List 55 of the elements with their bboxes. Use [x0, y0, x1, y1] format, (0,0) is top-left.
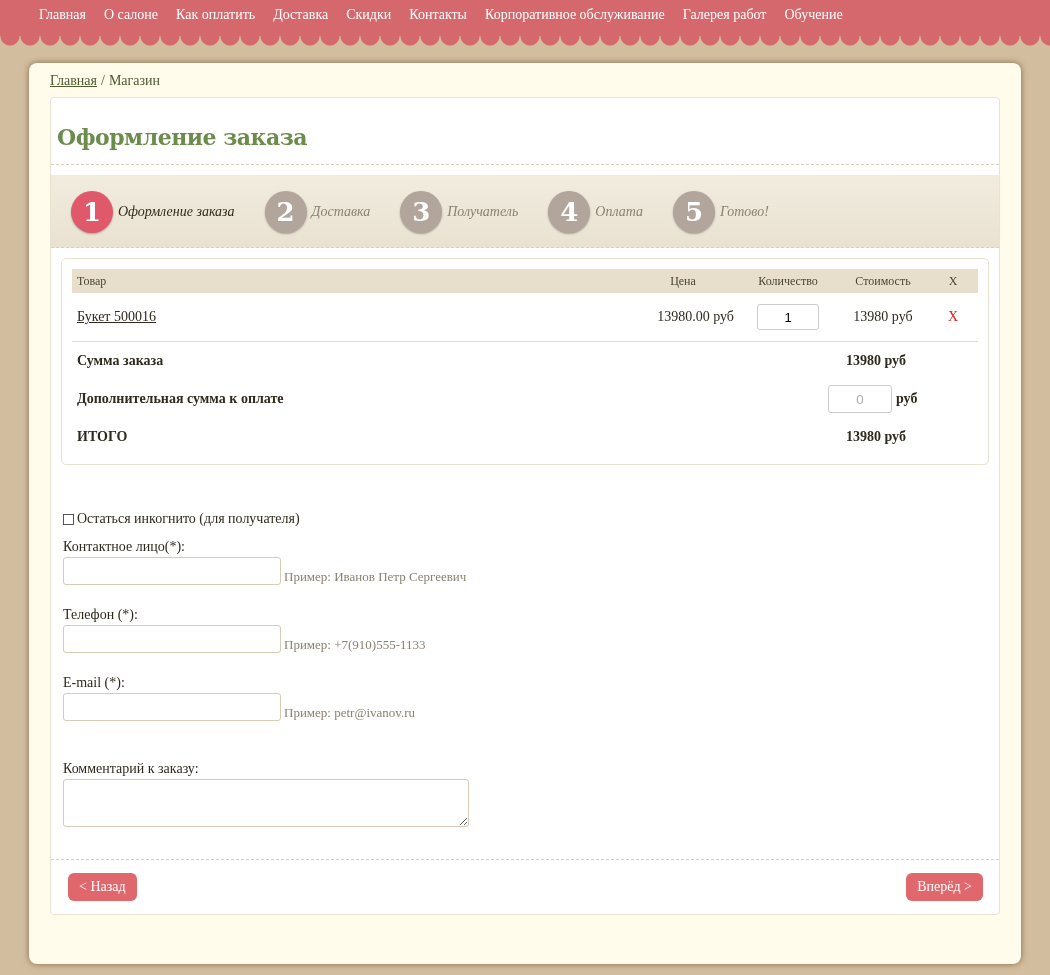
input-field[interactable]: [63, 557, 281, 585]
checkbox-label: Остаться инкогнито (для получателя): [77, 511, 300, 527]
cost-cell-text: 13980 руб: [852, 309, 914, 325]
comment-field[interactable]: [63, 779, 469, 827]
column-header: Количество: [757, 273, 819, 289]
column-header: Товар: [76, 273, 108, 289]
column-header: X: [947, 273, 959, 289]
nav-link[interactable]: Главная: [30, 0, 95, 34]
nav-link[interactable]: Как оплатить: [167, 0, 265, 34]
price-cell-text: 13980.00 руб: [656, 309, 735, 325]
nav-link[interactable]: Галерея работ: [673, 0, 776, 34]
column-header: Стоимость: [854, 273, 912, 289]
field-label: Комментарий к заказу:: [63, 761, 200, 777]
step-label: Доставка: [311, 204, 371, 220]
field-label: Контактное лицо(*):: [63, 539, 186, 555]
step-number-badge: 4: [548, 191, 591, 233]
step-number-badge: 5: [672, 191, 715, 233]
input-field[interactable]: [63, 693, 281, 721]
nav-link[interactable]: Скидки: [337, 0, 401, 34]
step-label: Оплата: [595, 204, 643, 220]
subtotal-value: 13980 руб: [845, 353, 907, 369]
incognito-checkbox[interactable]: [63, 513, 74, 525]
total-value: 13980 руб: [845, 429, 907, 445]
page-title: Оформление заказа: [51, 98, 999, 165]
breadcrumb-separator: /: [101, 73, 105, 89]
step-number-badge: 3: [400, 191, 443, 233]
field-hint: Пример: Иванов Петр Сергеевич: [284, 569, 467, 585]
nav-link[interactable]: Корпоративное обслуживание: [476, 0, 674, 34]
breadcrumb-current: Магазин: [108, 73, 161, 89]
back-button[interactable]: < Назад: [68, 873, 137, 901]
remove-link[interactable]: X: [928, 309, 978, 325]
product-link[interactable]: Букет 500016: [72, 309, 628, 325]
currency-label: руб: [896, 391, 918, 407]
field-label: Телефон (*):: [63, 607, 139, 623]
nav-link[interactable]: Доставка: [264, 0, 338, 34]
quantity-field[interactable]: 1: [757, 304, 819, 330]
field-label: E-mail (*):: [63, 675, 126, 691]
subtotal-label: Сумма заказа: [76, 353, 165, 369]
total-label: ИТОГО: [76, 429, 129, 445]
next-button[interactable]: Вперёд >: [906, 873, 983, 901]
field-hint: Пример: petr@ivanov.ru: [284, 705, 415, 721]
extra-amount-field[interactable]: 0: [828, 385, 892, 413]
input-field[interactable]: [63, 625, 281, 653]
column-header: Цена: [669, 273, 697, 289]
nav-link[interactable]: Контакты: [400, 0, 477, 34]
step-label: Готово!: [719, 204, 769, 220]
extra-amount-label: Дополнительная сумма к оплате: [76, 391, 285, 407]
nav-link[interactable]: Обучение: [775, 0, 852, 34]
step-number-badge: 1: [71, 191, 113, 233]
nav-link[interactable]: О салоне: [95, 0, 168, 34]
step-number-badge: 2: [264, 191, 307, 233]
step-label: Получатель: [447, 204, 519, 220]
step-label: Оформление заказа: [118, 204, 235, 220]
breadcrumb-link[interactable]: Главная: [50, 73, 97, 89]
field-hint: Пример: +7(910)555-1133: [284, 637, 426, 653]
